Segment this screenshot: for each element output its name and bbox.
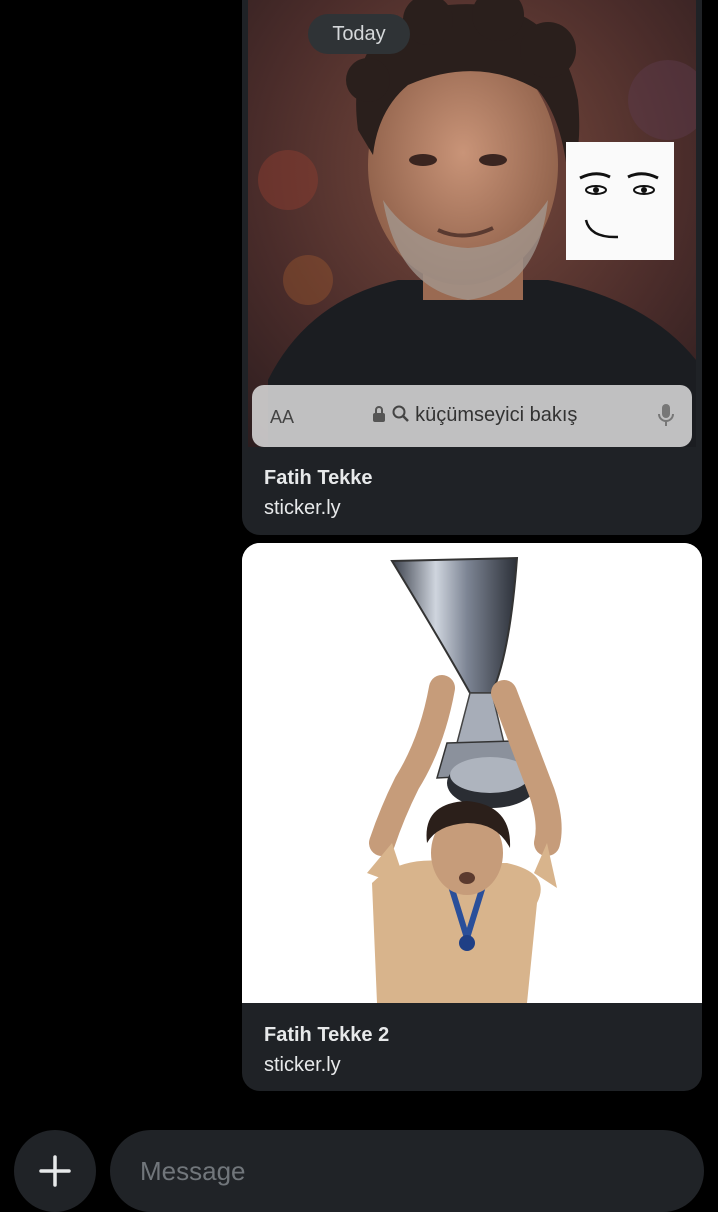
text-size-label: AA — [270, 407, 295, 427]
microphone-icon — [658, 404, 674, 426]
link-domain: sticker.ly — [264, 1054, 341, 1076]
message-placeholder: Message — [140, 1156, 246, 1186]
link-meta: Fatih Tekke 2 sticker.ly — [264, 1022, 389, 1078]
link-title: Fatih Tekke — [264, 467, 373, 489]
image-search-bar: AA küçümseyici bakış — [252, 385, 692, 447]
link-meta: Fatih Tekke sticker.ly — [264, 465, 373, 521]
link-title: Fatih Tekke 2 — [264, 1024, 390, 1046]
search-query-text: küçümseyici bakış — [415, 404, 578, 426]
link-domain: sticker.ly — [264, 497, 341, 519]
link-preview-card[interactable]: AA küçümseyici bakış Fatih Tekke sticker… — [242, 0, 702, 535]
lock-icon — [373, 406, 385, 422]
sticker-image[interactable]: AA küçümseyici bakış — [248, 0, 696, 447]
sticker-image[interactable] — [242, 543, 702, 1003]
trophy-photo — [242, 543, 702, 1003]
search-icon — [392, 405, 409, 422]
search-query: küçümseyici bakış — [372, 404, 577, 427]
date-separator: Today — [308, 14, 410, 54]
plus-icon — [39, 1155, 71, 1187]
link-preview-card[interactable]: Fatih Tekke 2 sticker.ly — [242, 543, 702, 1091]
portrait-photo — [248, 0, 696, 447]
